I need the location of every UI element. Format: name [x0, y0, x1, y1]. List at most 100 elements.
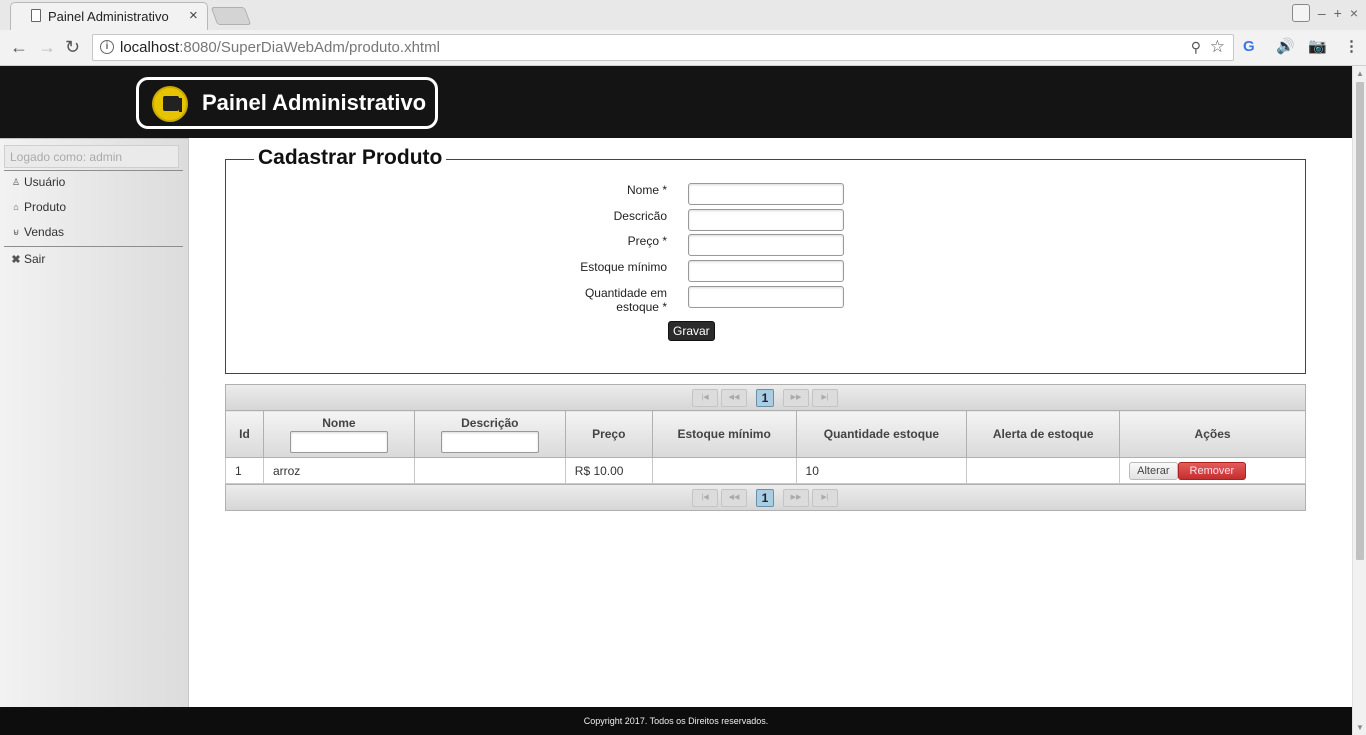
col-id[interactable]: Id: [225, 410, 264, 458]
url-path: :8080/SuperDiaWebAdm/produto.xhtml: [179, 39, 440, 56]
close-window-button[interactable]: ×: [1350, 5, 1358, 21]
cell-estoque-minimo: [651, 457, 797, 484]
url-text[interactable]: localhost:8080/SuperDiaWebAdm/produto.xh…: [120, 39, 440, 56]
zoom-icon[interactable]: ⚲: [1191, 39, 1201, 56]
sidebar-item-label: Produto: [24, 200, 67, 214]
cart-icon: ⊌: [12, 226, 20, 237]
url-host: localhost: [120, 39, 180, 56]
page-content: Painel Administrativo Logado como: admin…: [0, 66, 1352, 735]
forklift-logo-icon: [152, 86, 188, 122]
vertical-scrollbar[interactable]: ▲ ▼: [1352, 66, 1366, 735]
camera-icon[interactable]: 📷: [1308, 38, 1327, 56]
brand-title: Painel Administrativo: [202, 90, 427, 115]
cell-id: 1: [225, 457, 264, 484]
gravar-button[interactable]: Gravar: [668, 321, 715, 341]
table-paginator-bottom: |◀ ◀◀ 1 ▶▶ ▶|: [225, 484, 1306, 511]
user-icon: ♙: [11, 176, 21, 187]
col-quantidade[interactable]: Quantidade estoque: [795, 410, 968, 458]
sidebar-item-usuario[interactable]: ♙ Usuário: [11, 175, 65, 189]
scroll-up-icon[interactable]: ▲: [1356, 69, 1364, 78]
info-icon[interactable]: i: [100, 40, 114, 54]
quantidade-input[interactable]: [688, 286, 844, 308]
page-number[interactable]: 1: [756, 489, 774, 507]
sidebar-item-label: Sair: [24, 252, 46, 266]
sidebar: Logado como: admin ♙ Usuário ⌂ Produto ⊌…: [0, 138, 189, 707]
scroll-down-icon[interactable]: ▼: [1356, 723, 1364, 732]
close-icon: ✖: [11, 253, 21, 266]
col-preco[interactable]: Preço: [564, 410, 653, 458]
cell-quantidade: 10: [795, 457, 968, 484]
profile-icon[interactable]: [1291, 4, 1310, 22]
col-alerta[interactable]: Alerta de estoque: [966, 410, 1121, 458]
quantidade-label-line2: estoque *: [616, 300, 667, 314]
nome-input[interactable]: [688, 183, 844, 205]
sidebar-item-label: Usuário: [24, 175, 66, 189]
preco-input[interactable]: [688, 234, 844, 256]
nome-label: Nome *: [626, 183, 667, 197]
tab-strip: Painel Administrativo × – + ×: [0, 0, 1366, 30]
next-page-icon[interactable]: ▶▶: [783, 389, 809, 407]
first-page-icon[interactable]: |◀: [692, 389, 718, 407]
page-icon: [31, 9, 41, 22]
remover-button[interactable]: Remover: [1177, 461, 1247, 480]
descricao-filter-input[interactable]: [440, 430, 539, 453]
scrollbar-thumb[interactable]: [1356, 82, 1364, 560]
menu-dots-icon[interactable]: ⋮: [1344, 38, 1359, 56]
sidebar-item-label: Vendas: [24, 225, 65, 239]
sidebar-item-sair[interactable]: ✖ Sair: [11, 252, 45, 266]
products-table: Id Nome Descrição Preço Estoque mínimo Q…: [225, 410, 1306, 484]
bookmark-star-icon[interactable]: ☆: [1210, 37, 1225, 57]
cell-alerta: [966, 457, 1121, 484]
estoque-minimo-input[interactable]: [688, 260, 844, 282]
new-tab-button[interactable]: [210, 7, 252, 25]
quantidade-label-line1: Quantidade em: [584, 286, 667, 300]
tab-title: Painel Administrativo: [48, 9, 169, 24]
prev-page-icon[interactable]: ◀◀: [721, 389, 747, 407]
descricao-input[interactable]: [688, 209, 844, 231]
sidebar-divider: [4, 170, 183, 171]
brand-box[interactable]: Painel Administrativo: [136, 77, 438, 129]
logged-as-field: Logado como: admin: [4, 145, 179, 168]
sidebar-divider: [4, 246, 183, 247]
tab-close-icon[interactable]: ×: [189, 7, 198, 25]
window-controls: – + ×: [1291, 4, 1358, 22]
speaker-icon[interactable]: 🔊: [1276, 38, 1295, 56]
maximize-button[interactable]: +: [1334, 5, 1342, 21]
table-paginator-top: |◀ ◀◀ 1 ▶▶ ▶|: [225, 384, 1306, 411]
logo-fork: [179, 98, 182, 112]
estoque-minimo-label: Estoque mínimo: [580, 260, 667, 274]
col-nome-label: Nome: [322, 415, 356, 430]
page-number[interactable]: 1: [756, 389, 774, 407]
table-row[interactable]: 1 arroz R$ 10.00 10 Alterar Remover: [225, 457, 1306, 484]
first-page-icon[interactable]: |◀: [692, 489, 718, 507]
sidebar-item-vendas[interactable]: ⊌ Vendas: [11, 225, 64, 239]
back-arrow-icon[interactable]: ←: [10, 37, 28, 57]
logo-body: [163, 96, 179, 111]
nome-filter-input[interactable]: [289, 430, 388, 453]
last-page-icon[interactable]: ▶|: [812, 489, 838, 507]
app-header: Painel Administrativo: [0, 66, 1352, 138]
cell-acoes: Alterar Remover: [1119, 457, 1306, 484]
translate-extension-icon[interactable]: G: [1243, 38, 1255, 56]
forward-arrow-icon[interactable]: →: [38, 37, 56, 57]
col-acoes: Ações: [1119, 410, 1306, 458]
next-page-icon[interactable]: ▶▶: [783, 489, 809, 507]
address-bar[interactable]: i localhost:8080/SuperDiaWebAdm/produto.…: [92, 34, 1234, 61]
col-estoque-minimo[interactable]: Estoque mínimo: [651, 410, 797, 458]
cell-nome: arroz: [262, 457, 415, 484]
home-icon: ⌂: [13, 202, 19, 212]
prev-page-icon[interactable]: ◀◀: [721, 489, 747, 507]
minimize-button[interactable]: –: [1318, 5, 1326, 21]
col-nome[interactable]: Nome: [262, 410, 415, 458]
preco-label: Preço *: [627, 234, 667, 248]
browser-tab[interactable]: Painel Administrativo ×: [10, 2, 208, 30]
last-page-icon[interactable]: ▶|: [812, 389, 838, 407]
product-form: Cadastrar Produto Nome * Descricão Preço…: [225, 146, 1306, 374]
reload-icon[interactable]: ↻: [65, 37, 80, 57]
browser-toolbar: ← → ↻ i localhost:8080/SuperDiaWebAdm/pr…: [0, 30, 1366, 66]
sidebar-item-produto[interactable]: ⌂ Produto: [11, 200, 66, 214]
form-title: Cadastrar Produto: [254, 146, 447, 170]
table-header-row: Id Nome Descrição Preço Estoque mínimo Q…: [225, 410, 1306, 458]
alterar-button[interactable]: Alterar: [1129, 461, 1178, 480]
col-descricao[interactable]: Descrição: [413, 410, 566, 458]
